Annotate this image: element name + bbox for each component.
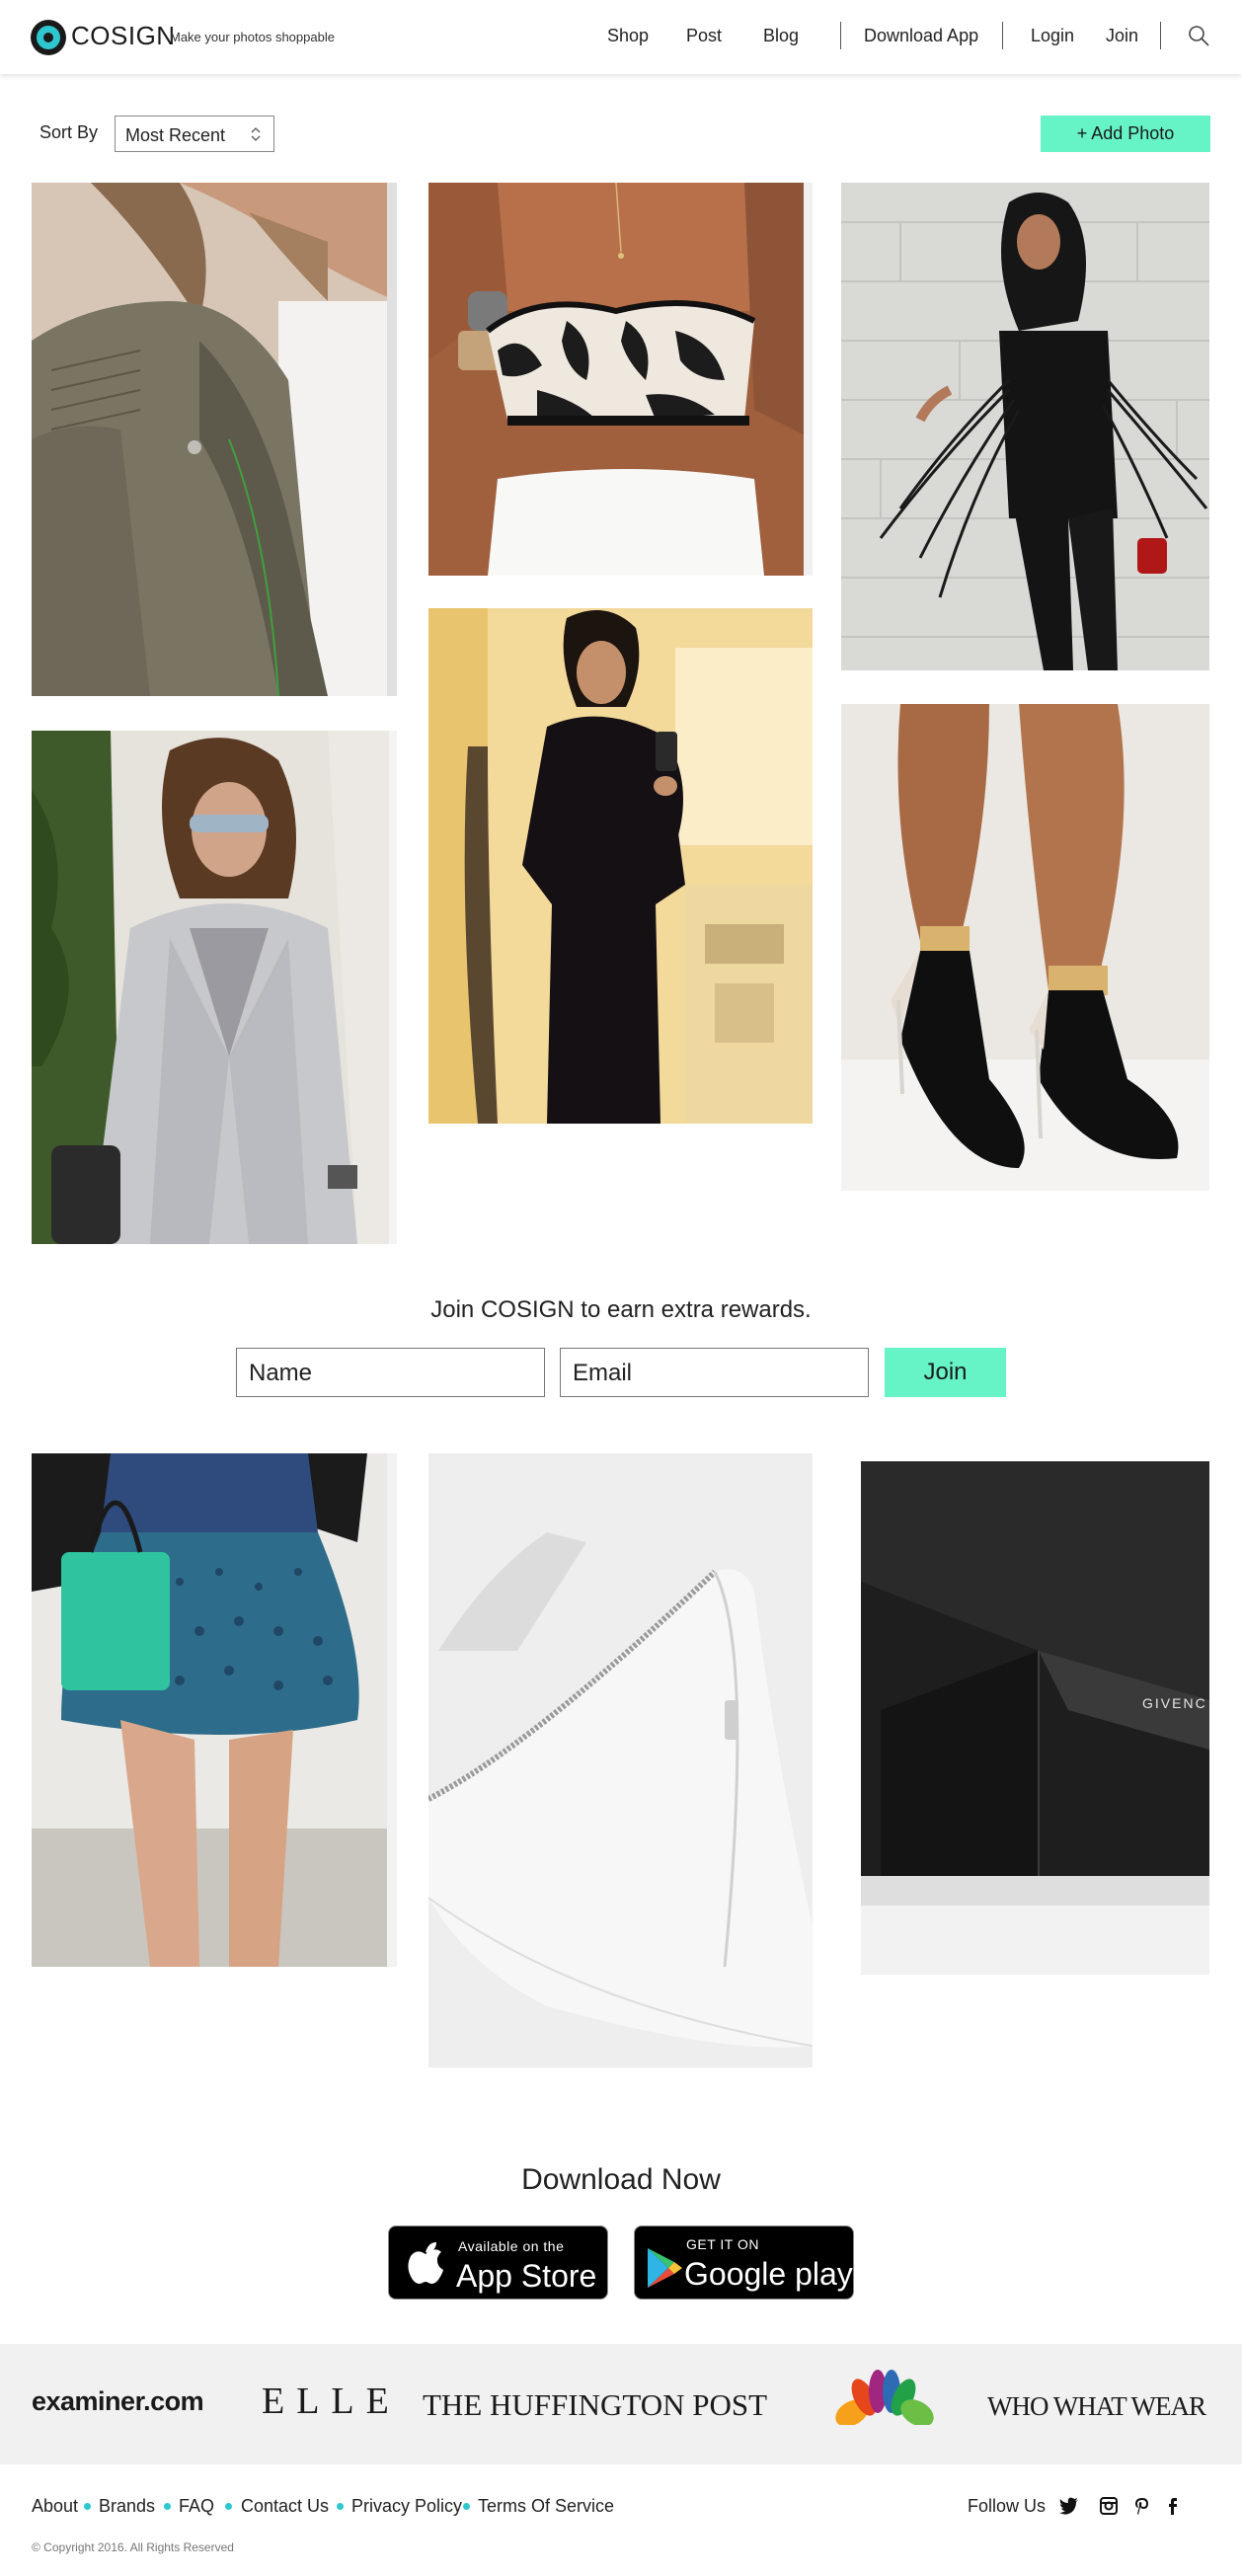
photo-black-bag[interactable]: GIVENC [841, 1453, 1209, 1996]
name-field[interactable]: Name [236, 1348, 545, 1397]
footer-link-privacy[interactable]: Privacy Policy [351, 2496, 462, 2517]
app-store-button[interactable]: Available on the App Store [388, 2225, 608, 2300]
follow-us-label: Follow Us [968, 2496, 1047, 2516]
nav-divider [1160, 22, 1161, 49]
cosign-logo-icon[interactable] [31, 20, 66, 55]
facebook-icon[interactable] [1163, 2496, 1183, 2516]
footer-bullet [84, 2503, 91, 2510]
app-store-small-text: Available on the [458, 2238, 565, 2254]
join-button[interactable]: Join [885, 1348, 1006, 1397]
footer-link-brands[interactable]: Brands [99, 2496, 155, 2517]
google-play-icon [648, 2248, 682, 2288]
photo-black-dress[interactable] [428, 608, 813, 1124]
footer-link-faq[interactable]: FAQ [179, 2496, 214, 2517]
instagram-icon[interactable] [1099, 2496, 1119, 2516]
sort-chevron-icon [251, 127, 261, 141]
email-field-placeholder: Email [573, 1360, 633, 1386]
sort-by-label: Sort By [39, 122, 99, 142]
copyright-text: © Copyright 2016. All Rights Reserved [32, 2540, 234, 2554]
brand-tagline: Make your photos shoppable [170, 30, 335, 44]
site-header: COSIGN Make your photos shoppable Shop P… [0, 0, 1242, 74]
svg-text:GIVENC: GIVENC [1142, 1695, 1207, 1711]
footer-bullet [225, 2503, 232, 2510]
google-play-big-text: Google play [684, 2256, 853, 2292]
footer-bullet [337, 2503, 344, 2510]
examiner-logo: examiner.com [32, 2386, 204, 2416]
footer-link-contact[interactable]: Contact Us [241, 2496, 329, 2517]
nav-divider [840, 22, 841, 49]
email-field[interactable]: Email [560, 1348, 869, 1397]
photo-black-heels[interactable] [841, 704, 1209, 1191]
footer-bullet [463, 2503, 470, 2510]
whowhatwear-logo: WHO WHAT WEAR [987, 2391, 1206, 2421]
photo-leather-jacket[interactable] [32, 183, 397, 696]
nav-login[interactable]: Login [1031, 26, 1074, 46]
photo-fringe-top[interactable] [841, 183, 1209, 670]
signup-message: Join COSIGN to earn extra rewards. [430, 1296, 812, 1323]
brand-name[interactable]: COSIGN [71, 21, 176, 51]
nav-divider [1002, 22, 1003, 49]
google-play-button[interactable]: GET IT ON Google play [634, 2225, 854, 2300]
sort-select[interactable]: Most Recent [115, 116, 274, 152]
footer-link-about[interactable]: About [32, 2496, 78, 2517]
footer-bullet [164, 2503, 171, 2510]
download-title: Download Now [521, 2163, 721, 2196]
twitter-icon[interactable] [1059, 2496, 1079, 2516]
nav-shop[interactable]: Shop [607, 26, 649, 46]
nav-join[interactable]: Join [1106, 26, 1138, 46]
add-photo-button[interactable]: + Add Photo [1041, 116, 1210, 152]
nav-blog[interactable]: Blog [763, 26, 799, 46]
pinterest-icon[interactable] [1132, 2496, 1152, 2516]
photo-bustier-top[interactable] [428, 183, 813, 576]
nav-download-app[interactable]: Download App [864, 26, 978, 46]
elle-logo: ELLE [262, 2381, 401, 2422]
photo-teal-skirt[interactable] [32, 1453, 397, 1967]
footer-link-terms[interactable]: Terms Of Service [478, 2496, 614, 2517]
app-store-big-text: App Store [456, 2258, 597, 2294]
search-icon[interactable] [1187, 24, 1210, 47]
nav-post[interactable]: Post [686, 26, 722, 46]
press-logos-bar: examiner.com ELLE THE HUFFINGTON POST WH… [0, 2344, 1242, 2464]
apple-icon [408, 2242, 443, 2284]
nbc-peacock-logo-icon [832, 2370, 935, 2433]
photo-white-clutch[interactable] [428, 1453, 813, 2068]
photo-grey-cardigan[interactable] [32, 731, 397, 1244]
sort-select-value: Most Recent [125, 125, 226, 145]
google-play-small-text: GET IT ON [686, 2236, 759, 2252]
huffington-post-logo: THE HUFFINGTON POST [423, 2387, 768, 2422]
name-field-placeholder: Name [249, 1360, 313, 1386]
